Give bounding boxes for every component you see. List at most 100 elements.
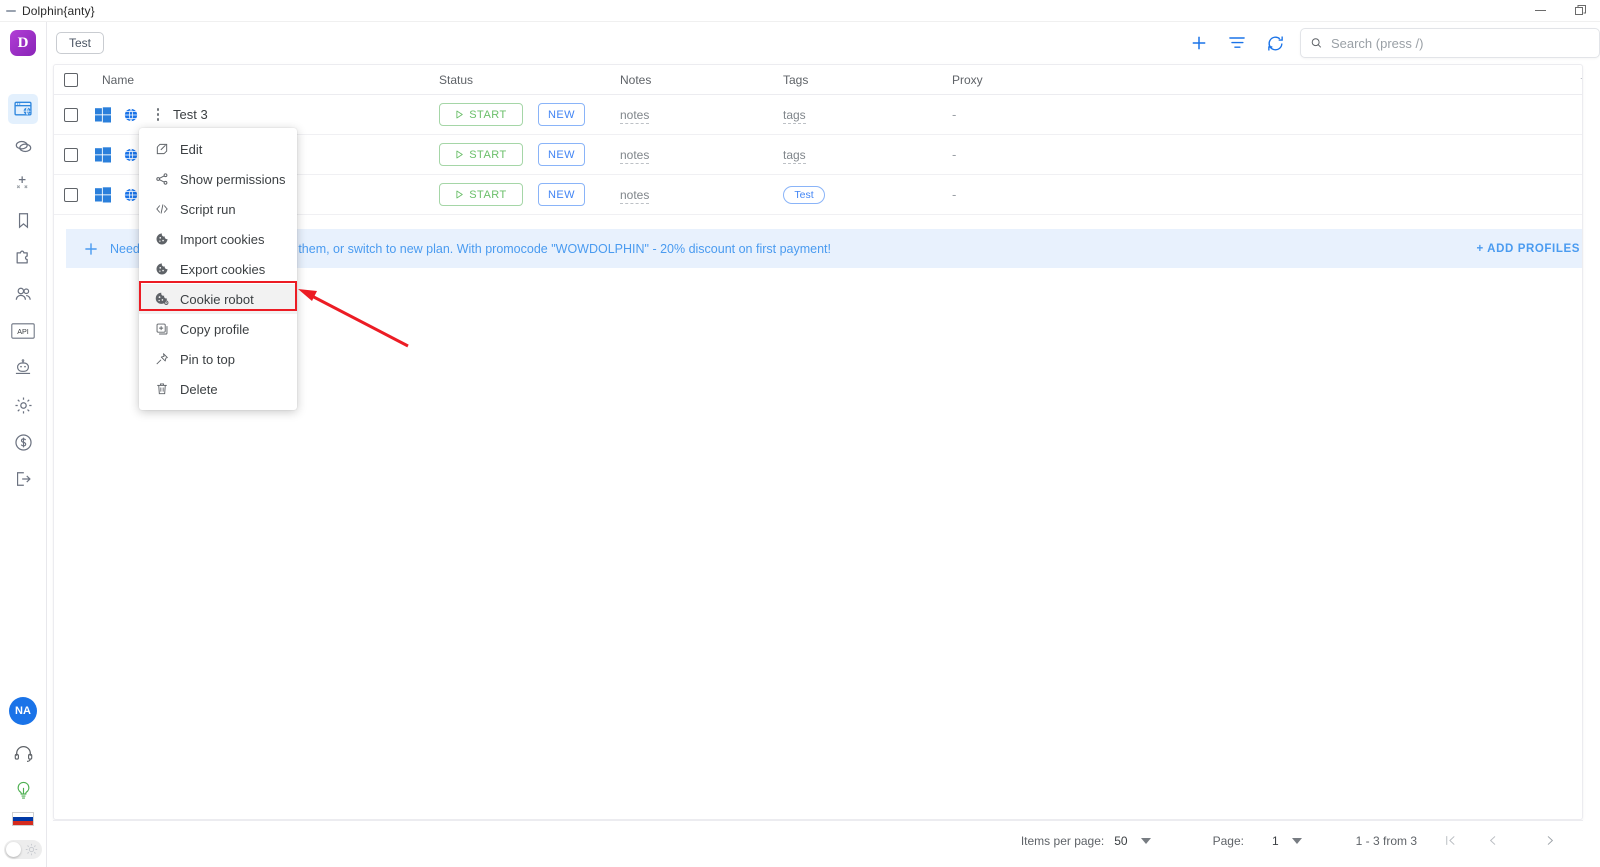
sidebar-item-browser-profiles[interactable] — [8, 94, 38, 124]
range-label: 1 - 3 from 3 — [1356, 834, 1417, 848]
sidebar-nav: API — [8, 94, 38, 501]
chevron-down-icon[interactable] — [1141, 838, 1151, 844]
menu-item-show-permissions-label: Show permissions — [180, 172, 286, 187]
minimize-button[interactable] — [1520, 0, 1560, 22]
row-checkbox[interactable] — [64, 108, 78, 122]
status-badge[interactable]: NEW — [538, 183, 585, 206]
maximize-button[interactable] — [1560, 0, 1600, 22]
language-flag-russia[interactable] — [12, 812, 34, 826]
plus-icon — [82, 240, 100, 258]
sidebar-item-team[interactable] — [8, 279, 38, 309]
next-page-button[interactable] — [1535, 826, 1565, 856]
menu-item-pin-to-top-label: Pin to top — [180, 352, 235, 367]
tab-test[interactable]: Test — [56, 32, 104, 54]
top-toolbar: Test — [47, 22, 1600, 64]
page-nav-group — [1435, 826, 1565, 856]
filter-button[interactable] — [1218, 24, 1256, 62]
add-profiles-link[interactable]: + ADD PROFILES — [1477, 243, 1581, 255]
sidebar-bottom: NA — [4, 697, 42, 867]
menu-item-script-run[interactable]: Script run — [139, 194, 297, 224]
row-tags-cell[interactable]: tags — [783, 147, 952, 162]
row-proxy-cell[interactable]: - — [952, 187, 1552, 202]
start-button[interactable]: START — [439, 143, 523, 166]
restore-icon — [1575, 5, 1586, 16]
start-button[interactable]: START — [439, 183, 523, 206]
search-input[interactable] — [1331, 36, 1590, 51]
pagination-bar: Items per page: 50 Page: 1 1 - 3 from 3 — [53, 820, 1583, 860]
avatar[interactable]: NA — [9, 697, 37, 725]
page-value: 1 — [1272, 834, 1279, 848]
menu-item-show-permissions[interactable]: Show permissions — [139, 164, 297, 194]
menu-item-delete[interactable]: Delete — [139, 374, 297, 404]
first-page-button[interactable] — [1435, 826, 1465, 856]
edit-pencil-icon — [152, 142, 171, 156]
search-box[interactable] — [1300, 28, 1600, 58]
sidebar-item-proxies[interactable] — [8, 131, 38, 161]
prev-page-icon — [1485, 833, 1500, 848]
proxy-value: - — [952, 147, 956, 162]
column-header-proxy[interactable]: Proxy — [952, 73, 1552, 87]
select-all-cell — [54, 73, 87, 87]
menu-item-copy-profile[interactable]: Copy profile — [139, 314, 297, 344]
row-checkbox[interactable] — [64, 188, 78, 202]
app-logo[interactable]: D — [10, 30, 36, 56]
sidebar-item-settings[interactable] — [8, 390, 38, 420]
sidebar-item-api[interactable]: API — [8, 316, 38, 346]
cookie-gear-icon — [152, 291, 171, 307]
column-header-name[interactable]: Name — [87, 73, 439, 87]
sidebar-item-extensions[interactable] — [8, 242, 38, 272]
row-checkbox[interactable] — [64, 148, 78, 162]
status-badge[interactable]: NEW — [538, 103, 585, 126]
sidebar-item-automation[interactable] — [8, 353, 38, 383]
status-badge-label: NEW — [548, 149, 575, 161]
row-notes-cell[interactable]: notes — [620, 147, 783, 162]
status-badge[interactable]: NEW — [538, 143, 585, 166]
row-tags-cell[interactable]: tags — [783, 107, 952, 122]
row-status-cell: START NEW — [439, 143, 620, 166]
theme-toggle[interactable] — [4, 840, 42, 859]
kebab-menu-icon[interactable] — [151, 108, 165, 121]
sidebar-item-quick-actions[interactable] — [8, 168, 38, 198]
row-notes-cell[interactable]: notes — [620, 187, 783, 202]
start-button-label: START — [469, 149, 507, 161]
sidebar-item-bookmarks[interactable] — [8, 205, 38, 235]
add-profile-button[interactable] — [1180, 24, 1218, 62]
sidebar-item-support[interactable] — [8, 738, 38, 768]
proxy-value: - — [952, 187, 956, 202]
menu-item-edit[interactable]: Edit — [139, 134, 297, 164]
sidebar-item-logout[interactable] — [8, 464, 38, 494]
table-settings-button[interactable] — [1579, 71, 1583, 89]
tag-chip[interactable]: Test — [783, 186, 825, 204]
menu-item-pin-to-top[interactable]: Pin to top — [139, 344, 297, 374]
refresh-button[interactable] — [1256, 24, 1294, 62]
items-per-page-group[interactable]: Items per page: 50 — [1021, 834, 1151, 848]
play-icon — [455, 190, 464, 199]
menu-item-script-run-label: Script run — [180, 202, 236, 217]
menu-item-import-cookies[interactable]: Import cookies — [139, 224, 297, 254]
column-header-tags[interactable]: Tags — [783, 73, 952, 87]
proxy-value: - — [952, 107, 956, 122]
select-all-checkbox[interactable] — [64, 73, 78, 87]
status-badge-label: NEW — [548, 189, 575, 201]
row-select-cell — [54, 148, 87, 162]
menu-item-import-cookies-label: Import cookies — [180, 232, 265, 247]
page-group[interactable]: Page: 1 — [1213, 834, 1302, 848]
column-header-notes[interactable]: Notes — [620, 73, 783, 87]
toolbar-actions — [1180, 24, 1600, 62]
prev-page-button[interactable] — [1477, 826, 1507, 856]
menu-item-cookie-robot[interactable]: Cookie robot — [139, 284, 297, 314]
cookie-icon — [152, 232, 171, 246]
chevron-down-icon[interactable] — [1292, 838, 1302, 844]
sidebar-item-billing[interactable] — [8, 427, 38, 457]
sidebar-item-ideas[interactable] — [8, 775, 38, 805]
start-button-label: START — [469, 109, 507, 121]
row-proxy-cell[interactable]: - — [952, 147, 1552, 162]
menu-item-delete-label: Delete — [180, 382, 218, 397]
column-header-status[interactable]: Status — [439, 73, 620, 87]
row-proxy-cell[interactable]: - — [952, 107, 1552, 122]
row-notes-cell[interactable]: notes — [620, 107, 783, 122]
menu-item-export-cookies[interactable]: Export cookies — [139, 254, 297, 284]
row-tags-cell[interactable]: Test — [783, 186, 952, 204]
sun-icon — [25, 843, 38, 856]
start-button[interactable]: START — [439, 103, 523, 126]
